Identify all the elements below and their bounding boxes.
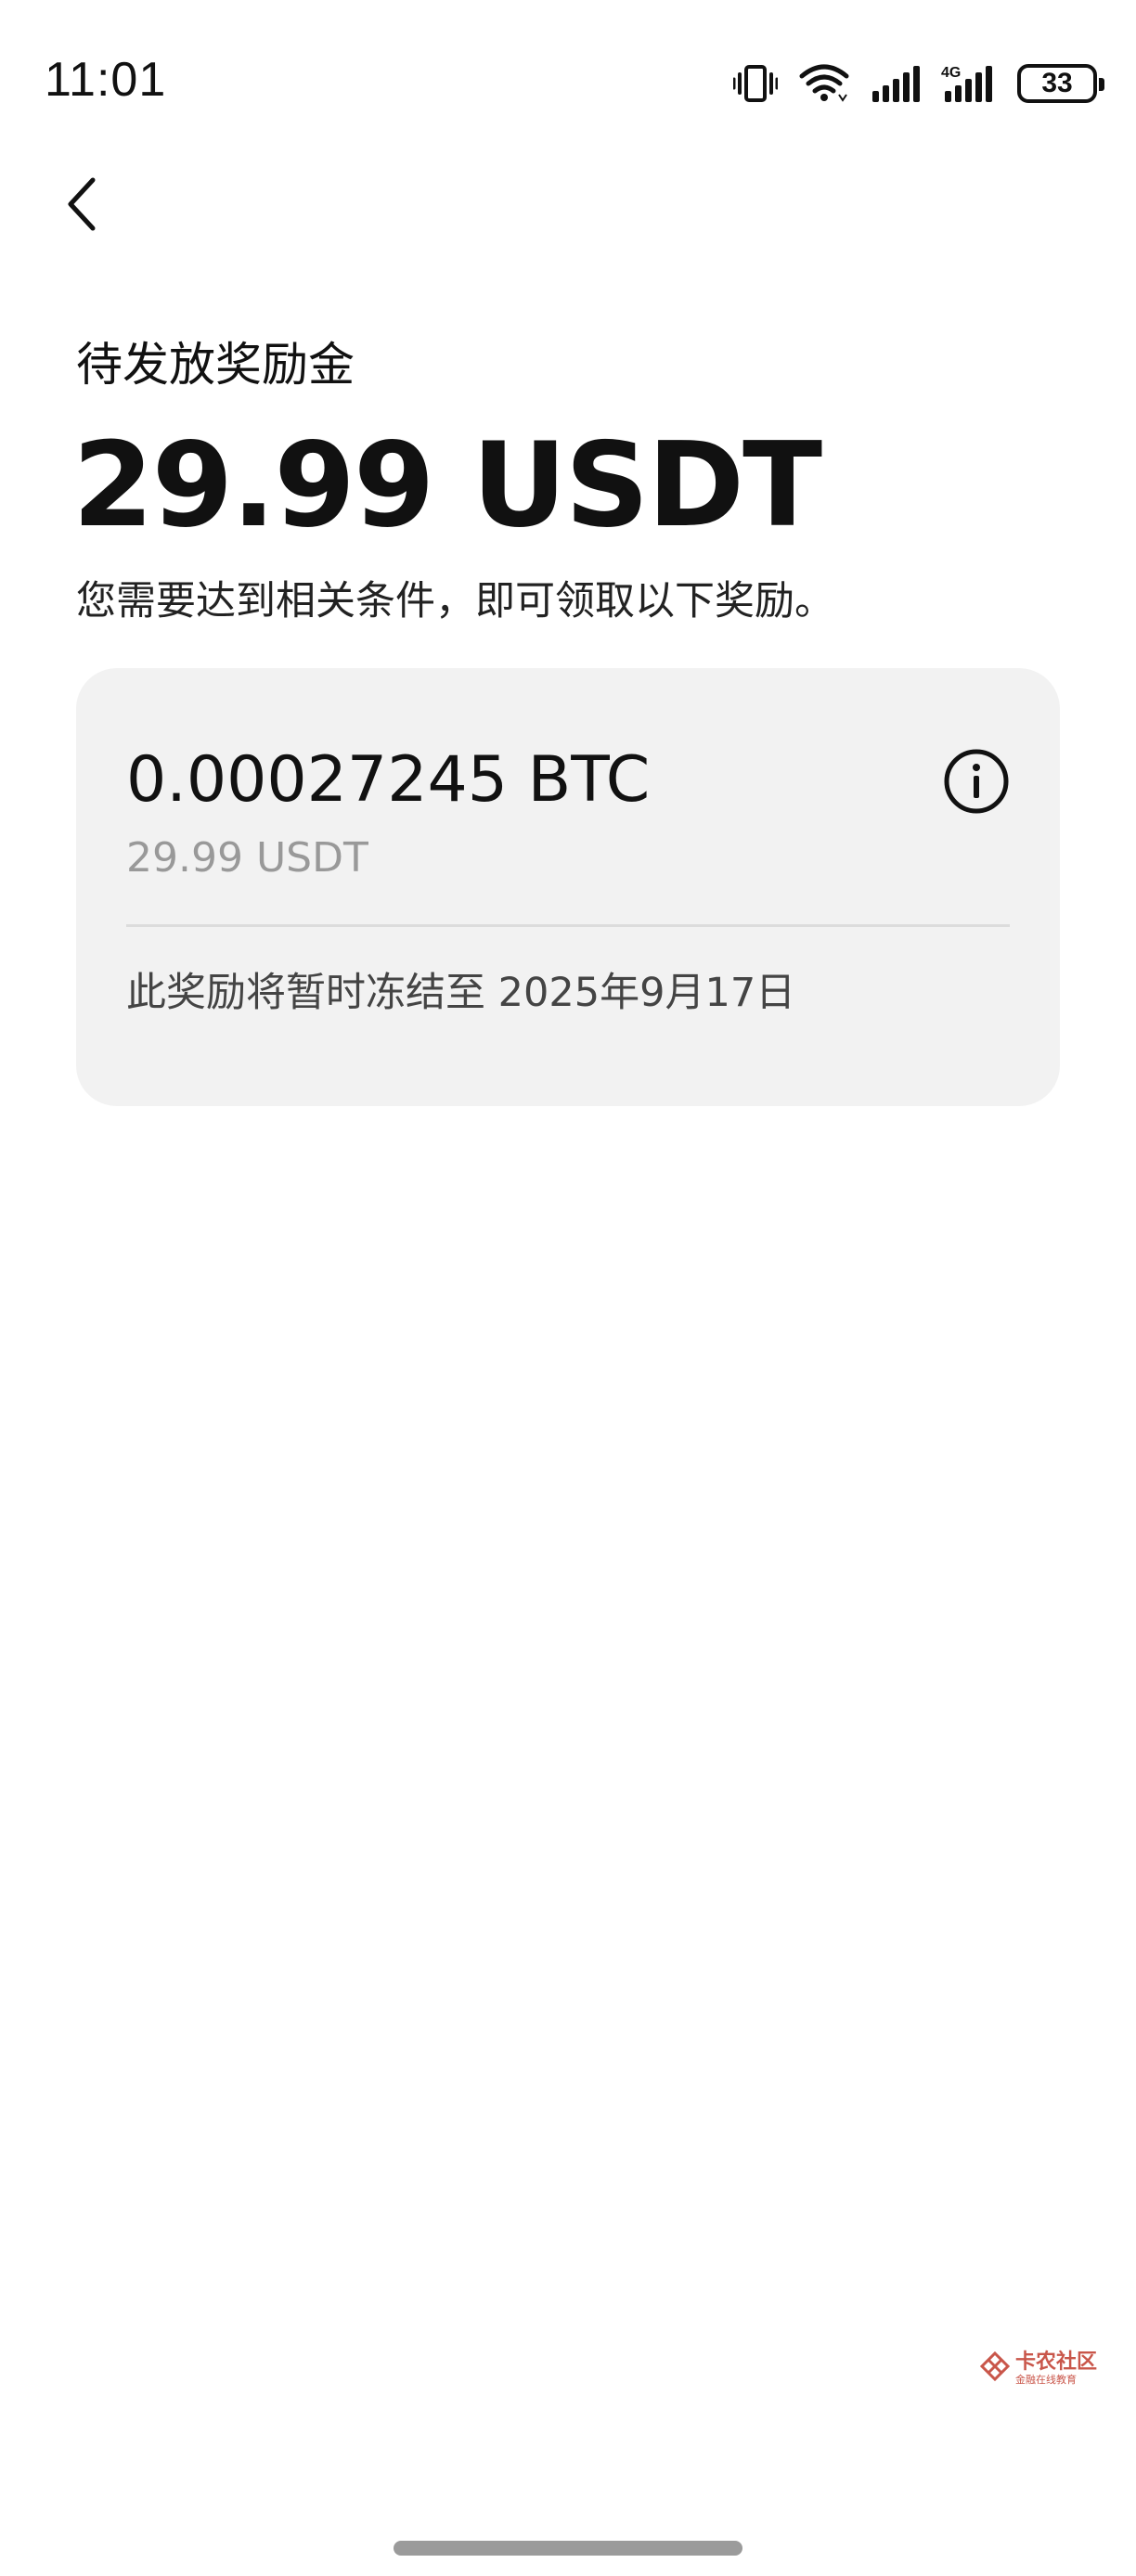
crypto-amount: 0.00027245 BTC (126, 743, 651, 817)
back-button[interactable] (65, 169, 139, 243)
battery-icon: 33 (1017, 64, 1104, 103)
signal-4g-icon: 4G (941, 63, 997, 104)
info-button[interactable] (941, 746, 1012, 817)
pending-amount: 29.99 USDT (72, 417, 822, 553)
page-subtitle: 待发放奖励金 (76, 338, 355, 392)
chevron-left-icon (65, 176, 98, 236)
freeze-note: 此奖励将暂时冻结至 2025年9月17日 (126, 970, 796, 1016)
status-bar: 11:01 4G 33 (0, 0, 1136, 167)
watermark: 卡农社区 金融在线教育 (979, 2350, 1097, 2387)
battery-cap (1099, 78, 1104, 91)
battery-level: 33 (1041, 68, 1073, 98)
card-divider (126, 924, 1010, 927)
status-icons: 4G 33 (733, 59, 1104, 108)
watermark-title: 卡农社区 (1014, 2350, 1097, 2373)
watermark-subtitle: 金融在线教育 (1014, 2374, 1077, 2386)
watermark-text: 卡农社区 金融在线教育 (1015, 2350, 1097, 2387)
signal-icon (871, 63, 921, 104)
wifi-icon (798, 63, 850, 104)
network-label: 4G (941, 65, 961, 81)
info-icon (941, 749, 1012, 820)
home-indicator[interactable] (394, 2541, 742, 2556)
page-description: 您需要达到相关条件，即可领取以下奖励。 (76, 578, 834, 625)
vibrate-icon (733, 63, 778, 104)
reward-card: 0.00027245 BTC 29.99 USDT 此奖励将暂时冻结至 2025… (76, 668, 1060, 1106)
status-time: 11:01 (45, 53, 167, 107)
usdt-equivalent: 29.99 USDT (126, 834, 368, 882)
watermark-logo-icon (979, 2351, 1011, 2385)
